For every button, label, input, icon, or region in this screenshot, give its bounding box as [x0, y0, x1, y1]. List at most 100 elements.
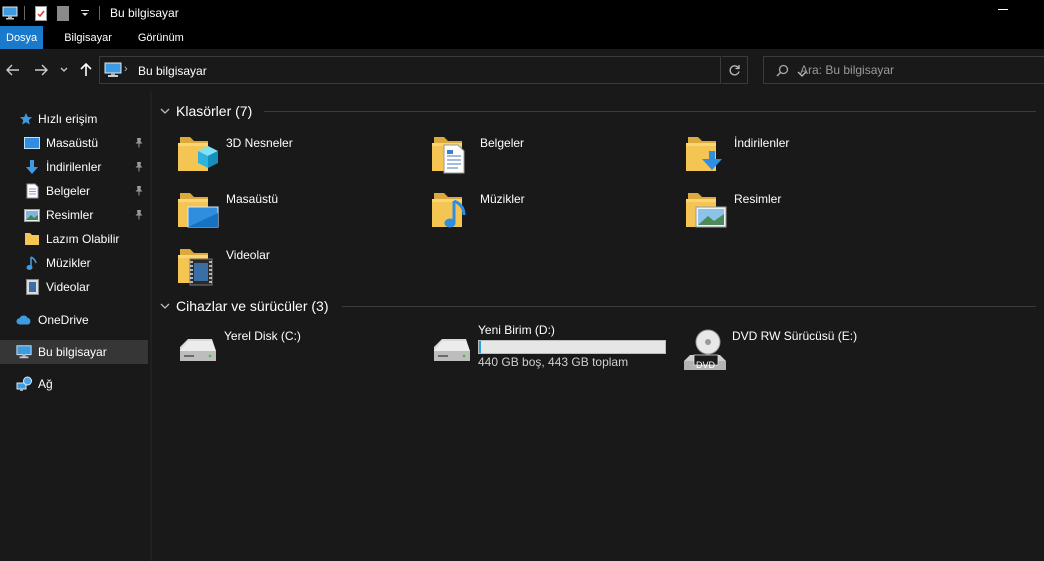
chevron-down-icon: [60, 67, 68, 72]
sidebar-item-label: Resimler: [46, 208, 94, 222]
folder-label: 3D Nesneler: [226, 136, 293, 150]
forward-button[interactable]: [32, 61, 50, 79]
sidebar-item-documents[interactable]: Belgeler: [0, 179, 148, 203]
sidebar-item-label: Lazım Olabilir: [46, 232, 120, 246]
star-icon: [18, 111, 34, 127]
folder-label: Resimler: [734, 192, 782, 206]
pin-icon[interactable]: [134, 161, 144, 175]
search-input[interactable]: [800, 57, 1040, 83]
file-list: Klasörler (7) 3D Nesneler Belgeler İndir…: [152, 91, 1044, 561]
network-icon: [16, 376, 32, 392]
search-icon: [776, 64, 789, 80]
back-button[interactable]: [4, 61, 22, 79]
desktop-folder-icon: [174, 185, 222, 233]
sidebar-item-this-pc[interactable]: Bu bilgisayar: [0, 340, 148, 364]
folder-icon: [24, 231, 40, 247]
divider: [99, 6, 100, 20]
download-icon: [24, 159, 40, 175]
drive-tile-e[interactable]: DVD DVD RW Sürücüsü (E:): [680, 323, 930, 379]
drive-free-space: 440 GB boş, 443 GB toplam: [478, 355, 629, 369]
group-header-folders[interactable]: Klasörler (7): [160, 103, 252, 119]
refresh-button[interactable]: [722, 56, 748, 84]
chevron-down-icon: [160, 303, 170, 309]
up-arrow-icon: [80, 63, 92, 76]
folder-label: Masaüstü: [226, 192, 279, 206]
tab-bilgisayar[interactable]: Bilgisayar: [51, 26, 125, 49]
divider: [264, 111, 1036, 112]
pictures-icon: [24, 207, 40, 223]
sidebar-item-label: Ağ: [38, 377, 53, 391]
minimize-button[interactable]: [998, 9, 1008, 10]
sidebar-item-label: Belgeler: [46, 184, 91, 198]
sidebar-item-downloads[interactable]: İndirilenler: [0, 155, 148, 179]
pin-icon[interactable]: [134, 209, 144, 223]
hard-disk-icon: [426, 327, 474, 375]
this-pc-icon: [16, 344, 32, 360]
storage-usage-bar: [478, 340, 666, 354]
dvd-drive-icon: DVD: [680, 327, 728, 375]
refresh-icon: [729, 64, 740, 75]
divider: [342, 306, 1036, 307]
customize-quick-access-dropdown-icon[interactable]: [77, 5, 93, 21]
3d-objects-folder-icon: [174, 129, 222, 177]
sidebar-item-label: Masaüstü: [46, 136, 99, 150]
properties-icon[interactable]: [33, 5, 49, 21]
sidebar-item-music[interactable]: Müzikler: [0, 251, 148, 275]
this-pc-icon: [104, 62, 122, 81]
folder-tile-pictures[interactable]: Resimler: [682, 184, 922, 234]
sidebar-item-videos[interactable]: Videolar: [0, 275, 148, 299]
address-bar[interactable]: › Bu bilgisayar: [99, 56, 807, 84]
sidebar-item-pictures[interactable]: Resimler: [0, 203, 148, 227]
desktop-icon: [24, 135, 40, 151]
navigation-bar: › Bu bilgisayar: [0, 49, 1044, 91]
sidebar-item-lazim-olabilir[interactable]: Lazım Olabilir: [0, 227, 148, 251]
sidebar-item-network[interactable]: Ağ: [0, 372, 148, 396]
search-box[interactable]: [763, 56, 1044, 84]
hard-disk-icon: [172, 327, 220, 375]
documents-folder-icon: [428, 129, 476, 177]
recent-locations-button[interactable]: [57, 61, 71, 79]
quick-access-toolbar: [0, 0, 106, 26]
folder-tile-documents[interactable]: Belgeler: [428, 128, 668, 178]
onedrive-cloud-icon: [16, 312, 32, 328]
group-header-drives[interactable]: Cihazlar ve sürücüler (3): [160, 298, 329, 314]
sidebar-item-quick-access[interactable]: Hızlı erişim: [0, 107, 148, 131]
forward-arrow-icon: [35, 64, 48, 76]
chevron-down-icon: [160, 108, 170, 114]
sidebar-item-desktop[interactable]: Masaüstü: [0, 131, 148, 155]
pin-icon[interactable]: [134, 137, 144, 151]
pin-icon[interactable]: [134, 185, 144, 199]
tab-gorunum[interactable]: Görünüm: [125, 26, 197, 49]
documents-icon: [24, 183, 40, 199]
videos-icon: [24, 279, 40, 295]
drive-label: Yeni Birim (D:): [478, 323, 555, 337]
up-button[interactable]: [77, 61, 95, 79]
title-bar: Bu bilgisayar: [0, 0, 1044, 26]
tab-dosya[interactable]: Dosya: [0, 26, 44, 49]
drive-tile-d[interactable]: Yeni Birim (D:) 440 GB boş, 443 GB topla…: [426, 323, 676, 379]
folder-label: İndirilenler: [734, 136, 790, 150]
sidebar-item-label: Müzikler: [46, 256, 91, 270]
breadcrumb[interactable]: Bu bilgisayar: [138, 64, 207, 78]
pictures-folder-icon: [682, 185, 730, 233]
folder-tile-music[interactable]: Müzikler: [428, 184, 668, 234]
drive-label: Yerel Disk (C:): [224, 329, 301, 343]
folder-label: Videolar: [226, 248, 270, 262]
storage-usage-fill: [479, 341, 481, 353]
dvd-label: DVD: [696, 360, 716, 370]
sidebar-item-label: Videolar: [46, 280, 90, 294]
sidebar-item-onedrive[interactable]: OneDrive: [0, 308, 148, 332]
folder-tile-downloads[interactable]: İndirilenler: [682, 128, 922, 178]
breadcrumb-chevron-icon[interactable]: ›: [124, 63, 128, 75]
navigation-pane: Hızlı erişim Masaüstü İndirilenler Belge…: [0, 91, 150, 561]
this-pc-app-icon[interactable]: [2, 5, 18, 21]
new-folder-icon[interactable]: [55, 5, 71, 21]
downloads-folder-icon: [682, 129, 730, 177]
folder-tile-desktop[interactable]: Masaüstü: [174, 184, 414, 234]
folder-tile-videos[interactable]: Videolar: [174, 240, 414, 290]
back-arrow-icon: [6, 64, 19, 76]
drive-tile-c[interactable]: Yerel Disk (C:): [172, 323, 422, 379]
divider: [24, 6, 25, 20]
folder-tile-3d-objects[interactable]: 3D Nesneler: [174, 128, 414, 178]
ribbon-tabs: Dosya Bilgisayar Görünüm: [0, 26, 1044, 49]
